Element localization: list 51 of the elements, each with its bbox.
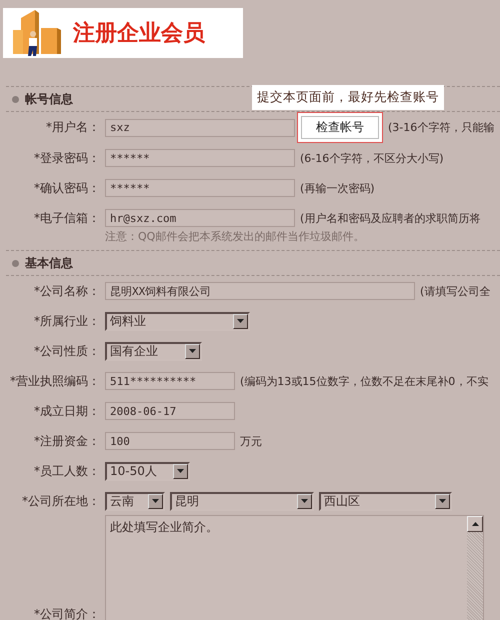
input-field[interactable]: 511**********: [105, 372, 235, 390]
page-title: 注册企业会员: [73, 20, 205, 48]
input-field[interactable]: 昆明XX饲料有限公司: [105, 282, 415, 300]
field-label: *成立日期：: [33, 402, 100, 420]
scroll-up-icon: [472, 522, 478, 526]
check-account-button[interactable]: 检查帐号: [297, 112, 383, 143]
bullet-icon: [12, 260, 19, 266]
field-label: *所属行业：: [33, 312, 100, 330]
field-label: *电子信箱：: [33, 210, 100, 226]
field-note: 注意：QQ邮件会把本系统发出的邮件当作垃圾邮件。: [105, 229, 366, 244]
field-hint: (请填写公司全: [420, 284, 490, 298]
field-label: *公司所在地：: [21, 492, 100, 510]
field-hint: (6-16个字符，不区分大小写): [300, 150, 444, 166]
input-field[interactable]: hr@sxz.com: [105, 209, 295, 227]
input-field[interactable]: sxz: [105, 118, 295, 136]
field-hint: (再输一次密码): [300, 180, 375, 196]
caret-down-icon: [189, 349, 196, 353]
field-label: *公司名称：: [33, 282, 100, 300]
input-field[interactable]: 2008-06-17: [105, 402, 235, 420]
section-title: 帐号信息: [25, 90, 73, 108]
field-label: *用户名：: [45, 119, 100, 136]
field-label: *公司简介：: [33, 606, 100, 620]
dropdown[interactable]: 饲料业: [105, 312, 250, 330]
field-hint: (用户名和密码及应聘者的求职简历将: [300, 210, 480, 226]
field-label: *营业执照编码：: [9, 372, 100, 390]
field-hint: (编码为13或15位数字，位数不足在末尾补0，不实: [240, 374, 488, 388]
field-label: *登录密码：: [33, 150, 100, 166]
section-title: 基本信息: [25, 254, 73, 272]
input-field[interactable]: ******: [105, 179, 295, 197]
dropdown[interactable]: 10-50人: [105, 462, 190, 480]
field-hint: (3-16个字符，只能输: [388, 120, 494, 135]
tooltip: 提交本页面前，最好先检查账号: [252, 85, 444, 110]
field-label: *员工人数：: [33, 462, 100, 480]
field-label: *公司性质：: [33, 342, 100, 360]
caret-down-icon: [152, 499, 159, 503]
dropdown[interactable]: 国有企业: [105, 342, 202, 360]
field-label: *注册资金：: [33, 432, 100, 450]
caret-down-icon: [301, 499, 308, 503]
text-area[interactable]: 此处填写企业简介。: [105, 515, 484, 620]
dropdown[interactable]: 云南: [105, 492, 165, 510]
field-label: *确认密码：: [33, 180, 100, 196]
dropdown[interactable]: 昆明: [170, 492, 314, 510]
input-field[interactable]: 100: [105, 432, 235, 450]
scrollbar[interactable]: [467, 516, 483, 620]
caret-down-icon: [177, 469, 184, 473]
input-field[interactable]: ******: [105, 149, 295, 167]
caret-down-icon: [237, 319, 244, 323]
caret-down-icon: [439, 499, 446, 503]
field-hint: 万元: [240, 434, 262, 448]
dropdown[interactable]: 西山区: [319, 492, 452, 510]
bullet-icon: [12, 96, 19, 102]
